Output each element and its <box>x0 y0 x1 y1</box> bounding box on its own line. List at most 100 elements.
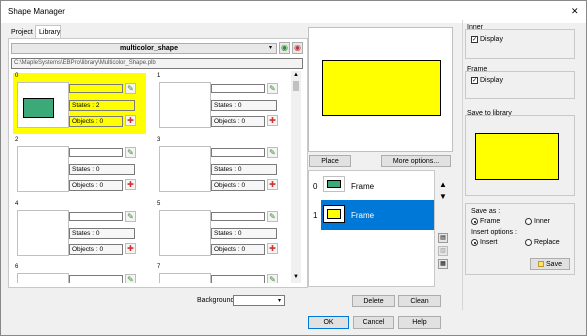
copy-state-icon[interactable]: ▥ <box>438 246 448 256</box>
save-as-inner-label: Inner <box>534 218 550 225</box>
cell-number: 5 <box>157 201 161 207</box>
scroll-up-icon[interactable]: ▲ <box>293 72 299 78</box>
shape-cell-1[interactable]: 1 ✎ States : 0 Objects : 0 ✚ <box>155 73 288 134</box>
tab-project[interactable]: Project <box>11 29 33 36</box>
cell-objects: Objects : 0 <box>211 244 265 255</box>
move-up-button[interactable]: ▲ <box>438 180 448 190</box>
chevron-down-icon: ▾ <box>278 298 282 304</box>
pencil-icon[interactable]: ✎ <box>125 274 136 283</box>
grid-scrollbar[interactable]: ▲ ▼ <box>291 71 301 283</box>
delete-button[interactable]: Delete <box>352 295 395 307</box>
frame-display-label: Display <box>480 77 503 84</box>
scroll-down-icon[interactable]: ▼ <box>293 274 299 280</box>
state-index: 1 <box>313 211 318 220</box>
insert-radio[interactable] <box>471 239 478 246</box>
cell-preview <box>17 210 69 256</box>
align-icon[interactable]: ▤ <box>438 233 448 243</box>
add-object-icon[interactable]: ✚ <box>267 243 278 254</box>
shape-cell-4[interactable]: 4 ✎ States : 0 Objects : 0 ✚ <box>13 201 146 262</box>
clean-button[interactable]: Clean <box>398 295 441 307</box>
cell-name-field[interactable] <box>211 148 265 157</box>
state-index: 0 <box>313 182 318 191</box>
inner-display-checkbox[interactable]: ✓ <box>471 36 478 43</box>
pencil-icon[interactable]: ✎ <box>125 211 136 222</box>
pencil-icon[interactable]: ✎ <box>267 147 278 158</box>
replace-radio[interactable] <box>525 239 532 246</box>
help-button[interactable]: Help <box>398 316 441 329</box>
transparent-icon[interactable]: ▦ <box>438 259 448 269</box>
cell-name-field[interactable] <box>69 212 123 221</box>
library-settings-icon[interactable]: ◉ <box>292 42 303 54</box>
cell-preview <box>159 82 211 128</box>
inner-display-label: Display <box>480 36 503 43</box>
frame-display-checkbox[interactable]: ✓ <box>471 77 478 84</box>
tab-library[interactable]: Library <box>35 25 61 39</box>
save-button[interactable]: Save <box>530 258 570 270</box>
cell-name-field[interactable] <box>211 275 265 283</box>
pencil-icon[interactable]: ✎ <box>125 147 136 158</box>
cell-objects: Objects : 0 <box>211 116 265 127</box>
add-object-icon[interactable]: ✚ <box>267 115 278 126</box>
frame-group <box>465 71 575 99</box>
add-object-icon[interactable]: ✚ <box>267 179 278 190</box>
scroll-thumb[interactable] <box>293 81 299 91</box>
cell-states: States : 0 <box>69 164 135 175</box>
pencil-icon[interactable]: ✎ <box>267 211 278 222</box>
open-library-icon[interactable]: ◉ <box>279 42 290 54</box>
close-button[interactable]: ✕ <box>571 6 579 17</box>
cell-name-field[interactable] <box>211 84 265 93</box>
chevron-down-icon: ▾ <box>269 45 273 51</box>
library-path-field: C:\MapleSystems\EBPro\library\Multicolor… <box>11 58 303 69</box>
state-swatch <box>323 205 345 223</box>
cell-name-field[interactable] <box>69 275 123 283</box>
state-item-1[interactable]: 1 Frame <box>309 200 434 230</box>
cell-name-field[interactable] <box>69 84 123 93</box>
save-as-frame-radio[interactable] <box>471 218 478 225</box>
state-item-0[interactable]: 0 Frame <box>309 171 434 200</box>
ok-button[interactable]: OK <box>308 316 349 329</box>
add-object-icon[interactable]: ✚ <box>125 243 136 254</box>
cell-name-field[interactable] <box>69 148 123 157</box>
cell-preview <box>17 82 69 128</box>
place-button[interactable]: Place <box>309 155 351 167</box>
add-object-icon[interactable]: ✚ <box>125 179 136 190</box>
insert-label: Insert <box>480 239 498 246</box>
move-down-button[interactable]: ▼ <box>438 192 448 202</box>
library-select[interactable]: multicolor_shape ▾ <box>11 43 277 54</box>
shape-cell-6[interactable]: 6 ✎ <box>13 264 146 283</box>
add-object-icon[interactable]: ✚ <box>125 115 136 126</box>
state-label: Frame <box>351 211 375 220</box>
shape-cell-2[interactable]: 2 ✎ States : 0 Objects : 0 ✚ <box>13 137 146 198</box>
pencil-icon[interactable]: ✎ <box>125 83 136 94</box>
cell-objects: Objects : 0 <box>211 180 265 191</box>
cancel-button[interactable]: Cancel <box>353 316 394 329</box>
save-icon <box>538 261 545 268</box>
shape-cell-0[interactable]: 0 ✎ States : 2 Objects : 0 ✚ <box>13 73 146 134</box>
shape-cell-3[interactable]: 3 ✎ States : 0 Objects : 0 ✚ <box>155 137 288 198</box>
cell-states: States : 2 <box>69 100 135 111</box>
state-swatch <box>323 176 345 192</box>
cell-name-field[interactable] <box>211 212 265 221</box>
background-color-select[interactable]: ▾ <box>233 295 285 306</box>
save-as-frame-label: Frame <box>480 218 501 225</box>
cell-shape <box>23 98 54 118</box>
cell-objects: Objects : 0 <box>69 244 123 255</box>
cell-preview <box>159 273 211 283</box>
window-title: Shape Manager <box>8 7 65 16</box>
shape-cell-7[interactable]: 7 ✎ <box>155 264 288 283</box>
save-preview <box>475 133 559 180</box>
cell-number: 3 <box>157 137 161 143</box>
shape-cell-5[interactable]: 5 ✎ States : 0 Objects : 0 ✚ <box>155 201 288 262</box>
cell-number: 6 <box>15 264 19 270</box>
more-options-button[interactable]: More options... <box>381 155 451 167</box>
pencil-icon[interactable]: ✎ <box>267 83 278 94</box>
cell-preview <box>159 146 211 192</box>
save-as-inner-radio[interactable] <box>525 218 532 225</box>
pencil-icon[interactable]: ✎ <box>267 274 278 283</box>
save-as-label: Save as : <box>471 208 501 215</box>
state-label: Frame <box>351 182 375 191</box>
cell-preview <box>17 273 69 283</box>
inner-group <box>465 29 575 59</box>
cell-preview <box>17 146 69 192</box>
tab-library-label: Library <box>39 29 61 36</box>
